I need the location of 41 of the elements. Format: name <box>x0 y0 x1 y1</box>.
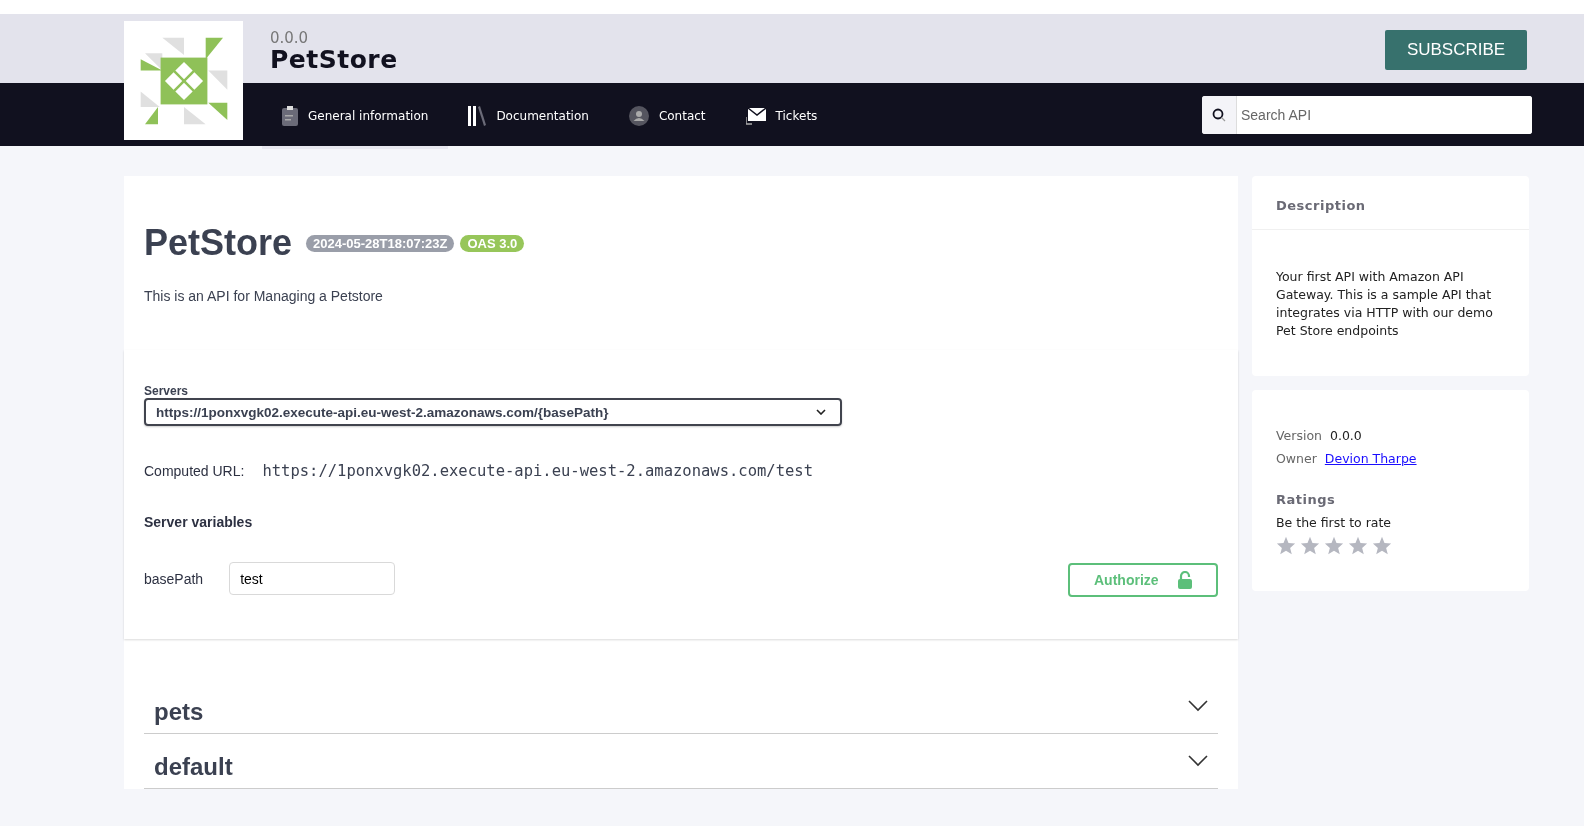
server-variables-title: Server variables <box>144 514 254 530</box>
envelope-icon <box>745 107 766 125</box>
version-label: Version <box>1276 428 1322 443</box>
ratings-text: Be the first to rate <box>1276 515 1393 530</box>
version-badge: 2024-05-28T18:07:23Z <box>306 234 455 252</box>
servers-label: Servers <box>144 384 190 398</box>
ratings-title: Ratings <box>1276 492 1337 507</box>
version-badge: OAS 3.0 <box>460 234 525 252</box>
subscribe-button[interactable]: SUBSCRIBE <box>1385 29 1527 70</box>
computed-url-label: Computed URL: <box>144 463 245 479</box>
unlocked-padlock-icon <box>1178 571 1192 589</box>
computed-url: https://1ponxvgk02.execute-api.eu-west-2.amazonaws.com/test <box>262 462 813 480</box>
chevron-down-icon <box>816 409 826 415</box>
nav-tab[interactable]: Tickets <box>725 86 838 149</box>
star-icon[interactable] <box>1300 536 1320 555</box>
person-icon <box>628 106 649 126</box>
api-title: PetStore <box>270 45 398 74</box>
variable-input[interactable]: test <box>229 562 396 595</box>
search-icon <box>1212 107 1226 122</box>
variable-name: basePath <box>144 570 204 587</box>
clipboard-icon <box>282 106 298 126</box>
tag-section-header[interactable]: default <box>144 734 1218 789</box>
api-summary: Your first API with Amazon API Gateway. This is a sample API that integrates via HTTP with our demo Pet Store endpoints <box>1276 268 1494 340</box>
tag-section-header[interactable]: pets <box>144 679 1218 734</box>
star-icon[interactable] <box>1324 536 1344 555</box>
api-description: This is an API for Managing a Petstore <box>144 288 384 304</box>
version-value: 0.0.0 <box>1329 428 1362 443</box>
nav-tab[interactable]: Contact <box>608 86 726 149</box>
api-version: 0.0.0 <box>270 29 310 46</box>
nav-tab[interactable]: Documentation <box>448 86 609 149</box>
books-icon <box>468 106 487 126</box>
star-icon[interactable] <box>1348 536 1368 555</box>
description-title: Description <box>1252 176 1529 230</box>
server-select[interactable]: https://1ponxvgk02.execute-api.eu-west-2.amazonaws.com/{basePath} <box>144 398 842 426</box>
api-heading: PetStore <box>144 222 293 264</box>
star-icon[interactable] <box>1276 536 1296 555</box>
owner-label: Owner <box>1276 451 1317 466</box>
nav-tab[interactable]: General information <box>262 86 449 149</box>
star-icon[interactable] <box>1372 536 1392 555</box>
search-field[interactable]: Search API <box>1202 95 1532 134</box>
owner-link[interactable]: Devion Tharpe <box>1324 451 1417 466</box>
